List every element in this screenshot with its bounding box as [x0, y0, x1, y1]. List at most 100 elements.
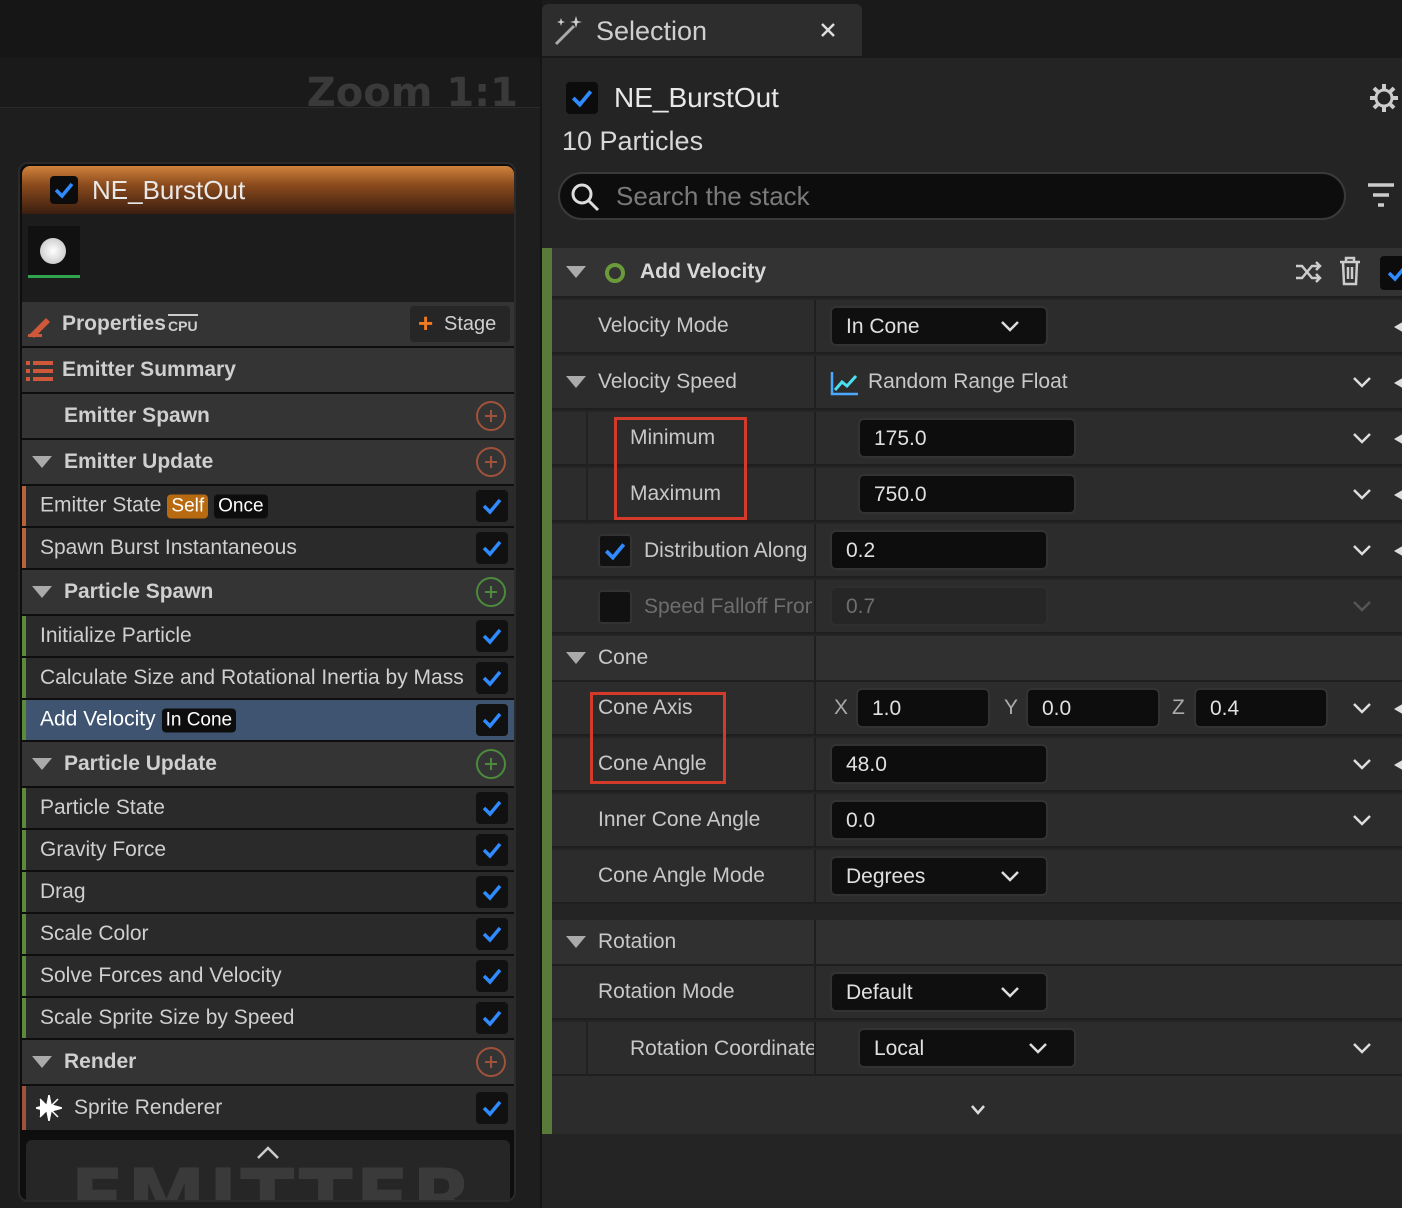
tab-selection[interactable]: Selection — [542, 4, 862, 56]
reset-arrow-icon[interactable] — [1394, 320, 1402, 334]
chevron-down-icon[interactable] — [1352, 488, 1372, 500]
module-enable-checkbox[interactable] — [476, 876, 508, 908]
emitter-update-row[interactable]: Emitter Update — [22, 440, 514, 484]
stage-button[interactable]: + Stage — [410, 306, 510, 342]
rotation-mode-dropdown[interactable]: Default — [830, 972, 1048, 1012]
cone-angle-mode-dropdown[interactable]: Degrees — [830, 856, 1048, 896]
chevron-down-icon[interactable] — [1352, 544, 1372, 556]
emitter-header[interactable]: NE_BurstOut — [22, 166, 514, 214]
particle-update-row[interactable]: Particle Update — [22, 742, 514, 786]
shuffle-icon[interactable] — [1294, 260, 1322, 284]
module-enable-checkbox[interactable] — [476, 834, 508, 866]
velocity-speed-row[interactable]: Velocity Speed Random Range Float — [552, 356, 1402, 410]
properties-row[interactable]: Properties CPU + Stage — [22, 302, 514, 346]
render-row[interactable]: Render — [22, 1040, 514, 1084]
module-header-add-velocity[interactable]: Add Velocity — [552, 248, 1402, 298]
velocity-mode-dropdown[interactable]: In Cone — [830, 306, 1048, 346]
module-enable-checkbox[interactable] — [476, 1092, 508, 1124]
module-enable-checkbox[interactable] — [476, 490, 508, 522]
emitter-state-row[interactable]: Emitter State Self Once — [22, 486, 514, 526]
zoom-label: Zoom 1:1 — [306, 70, 518, 116]
calc-size-row[interactable]: Calculate Size and Rotational Inertia by… — [22, 658, 514, 698]
module-enable-checkbox[interactable] — [476, 1002, 508, 1034]
add-velocity-row[interactable]: Add Velocity In Cone — [22, 700, 514, 740]
particle-spawn-row[interactable]: Particle Spawn — [22, 570, 514, 614]
gear-icon[interactable] — [1368, 82, 1400, 114]
chevron-up-icon[interactable] — [256, 1146, 280, 1160]
add-module-button[interactable] — [476, 1047, 506, 1077]
sprite-renderer-row[interactable]: Sprite Renderer — [22, 1086, 514, 1130]
cone-category-row[interactable]: Cone — [552, 636, 1402, 682]
module-enable-checkbox[interactable] — [476, 960, 508, 992]
maximum-input[interactable]: 750.0 — [858, 474, 1076, 514]
spawn-burst-row[interactable]: Spawn Burst Instantaneous — [22, 528, 514, 568]
initialize-particle-row[interactable]: Initialize Particle — [22, 616, 514, 656]
module-enable-checkbox[interactable] — [476, 918, 508, 950]
speed-falloff-checkbox[interactable] — [598, 590, 632, 624]
reset-arrow-icon[interactable] — [1394, 702, 1402, 716]
search-input[interactable]: Search the stack — [558, 172, 1346, 220]
distribution-input[interactable]: 0.2 — [830, 530, 1048, 570]
chevron-down-icon[interactable] — [970, 1104, 986, 1116]
check-icon — [482, 842, 502, 859]
module-enable-checkbox[interactable] — [476, 704, 508, 736]
emitter-enable-checkbox[interactable] — [50, 176, 78, 204]
add-module-button[interactable] — [476, 749, 506, 779]
dynamic-input-value[interactable]: Random Range Float — [868, 370, 1068, 394]
add-module-button[interactable] — [476, 401, 506, 431]
module-enable-checkbox[interactable] — [476, 620, 508, 652]
chevron-down-icon[interactable] — [1352, 814, 1372, 826]
collapse-triangle-icon[interactable] — [566, 652, 586, 664]
emitter-summary-row[interactable]: Emitter Summary — [22, 348, 514, 392]
collapse-triangle-icon[interactable] — [32, 758, 52, 770]
cone-axis-y-input[interactable]: 0.0 — [1026, 688, 1160, 728]
solve-forces-row[interactable]: Solve Forces and Velocity — [22, 956, 514, 996]
scale-sprite-row[interactable]: Scale Sprite Size by Speed — [22, 998, 514, 1038]
reset-arrow-icon[interactable] — [1394, 376, 1402, 390]
emitter-enable-checkbox[interactable] — [566, 82, 598, 114]
collapse-triangle-icon[interactable] — [566, 936, 586, 948]
drag-row[interactable]: Drag — [22, 872, 514, 912]
reset-arrow-icon[interactable] — [1394, 488, 1402, 502]
collapse-triangle-icon[interactable] — [32, 1056, 52, 1068]
filter-icon[interactable] — [1366, 182, 1396, 210]
module-enable-checkbox[interactable] — [476, 792, 508, 824]
emitter-node[interactable]: NE_BurstOut Properties CPU + Stage Emitt… — [18, 162, 516, 1202]
cone-axis-z-input[interactable]: 0.4 — [1194, 688, 1328, 728]
collapse-triangle-icon[interactable] — [566, 376, 586, 388]
collapse-triangle-icon[interactable] — [566, 266, 586, 278]
add-module-button[interactable] — [476, 447, 506, 477]
chevron-down-icon[interactable] — [1352, 758, 1372, 770]
add-module-button[interactable] — [476, 577, 506, 607]
module-enable-checkbox[interactable] — [1380, 256, 1402, 290]
inner-cone-angle-input[interactable]: 0.0 — [830, 800, 1048, 840]
distribution-checkbox[interactable] — [598, 534, 632, 568]
dropdown-value: In Cone — [846, 315, 920, 338]
cone-angle-input[interactable]: 48.0 — [830, 744, 1048, 784]
rotation-coordinate-dropdown[interactable]: Local — [858, 1028, 1076, 1068]
trash-icon[interactable] — [1338, 256, 1362, 286]
particle-state-row[interactable]: Particle State — [22, 788, 514, 828]
gravity-force-row[interactable]: Gravity Force — [22, 830, 514, 870]
module-enable-checkbox[interactable] — [476, 532, 508, 564]
collapse-triangle-icon[interactable] — [32, 456, 52, 468]
collapse-triangle-icon[interactable] — [32, 586, 52, 598]
graph-canvas[interactable]: Zoom 1:1 NE_BurstOut Properties CPU + St… — [0, 0, 540, 1208]
chevron-down-icon[interactable] — [1352, 702, 1372, 714]
emitter-spawn-row[interactable]: Emitter Spawn — [22, 394, 514, 438]
chevron-down-icon[interactable] — [1352, 432, 1372, 444]
reset-arrow-icon[interactable] — [1394, 544, 1402, 558]
cone-axis-x-input[interactable]: 1.0 — [856, 688, 990, 728]
reset-arrow-icon[interactable] — [1394, 432, 1402, 446]
minimum-input[interactable]: 175.0 — [858, 418, 1076, 458]
rotation-category-row[interactable]: Rotation — [552, 920, 1402, 966]
chevron-down-icon[interactable] — [1352, 376, 1372, 388]
expand-more-row[interactable] — [552, 1076, 1402, 1134]
scale-color-row[interactable]: Scale Color — [22, 914, 514, 954]
reset-arrow-icon[interactable] — [1394, 758, 1402, 772]
emitter-thumbnail[interactable] — [28, 226, 80, 278]
chevron-down-icon[interactable] — [1352, 1042, 1372, 1054]
close-icon[interactable] — [820, 22, 836, 38]
module-enable-checkbox[interactable] — [476, 662, 508, 694]
emitter-footer[interactable]: EMITTER — [26, 1140, 510, 1200]
